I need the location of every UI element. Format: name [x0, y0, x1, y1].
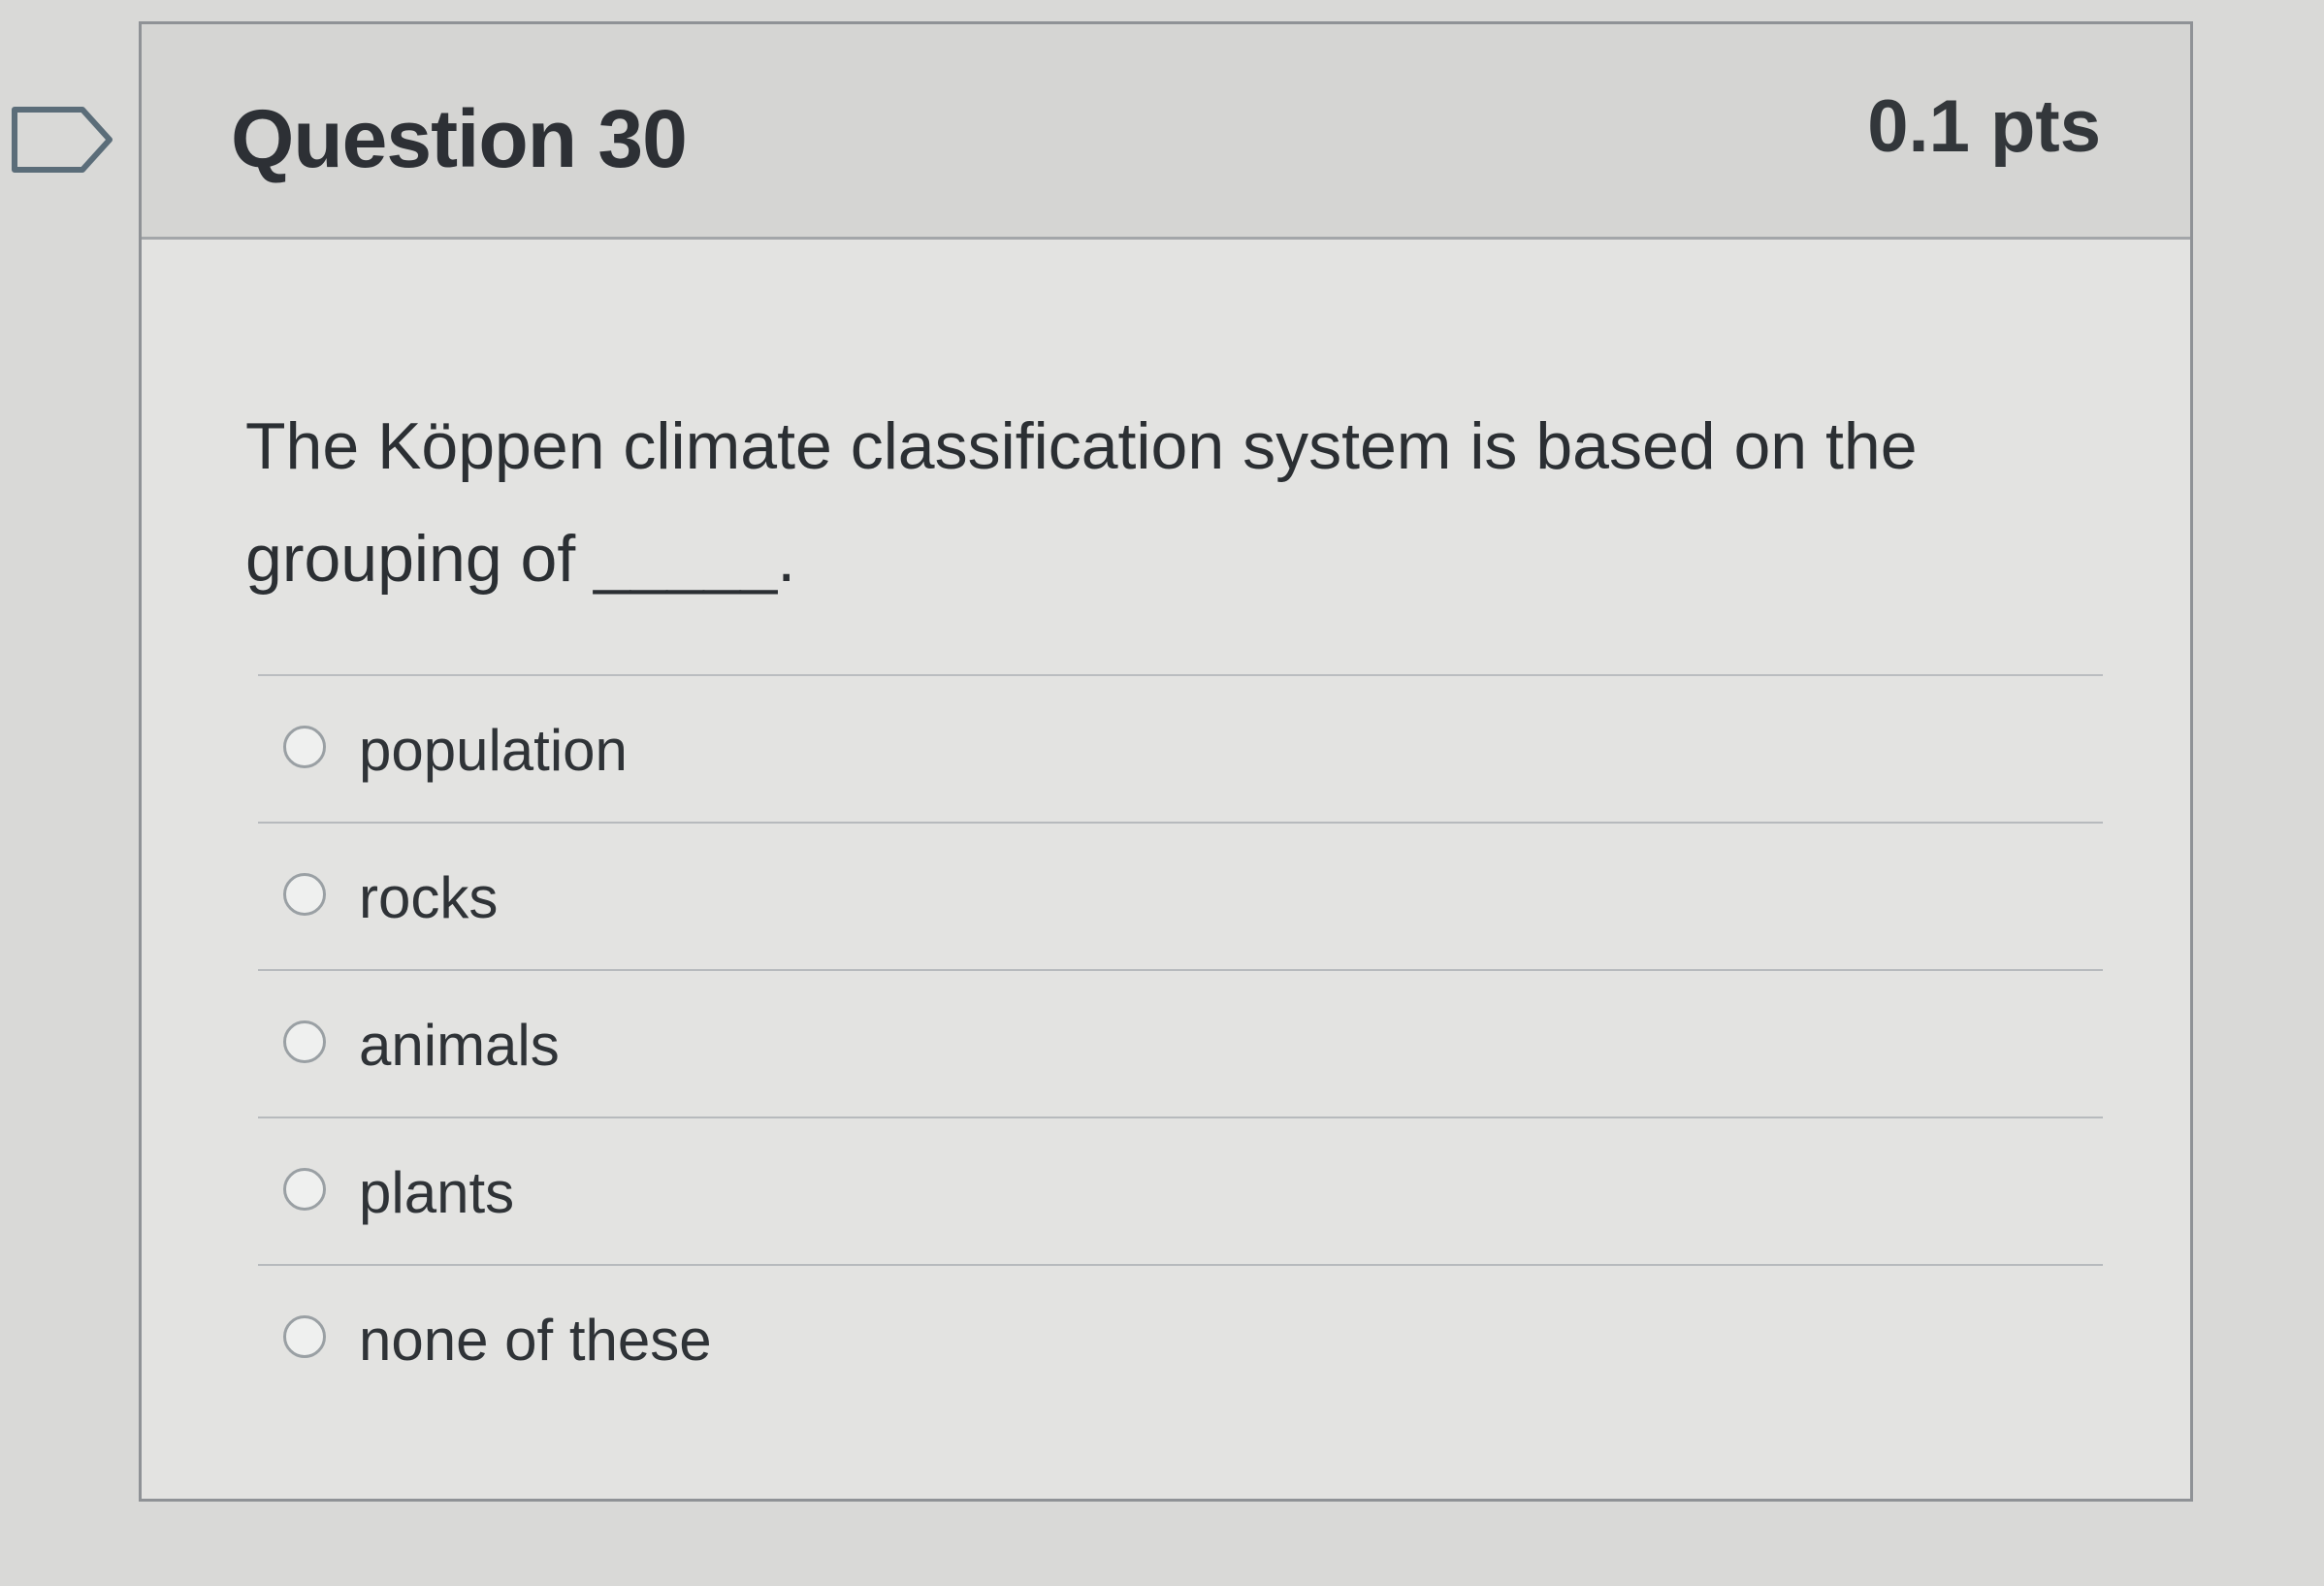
- question-points: 0.1 pts: [1867, 85, 2101, 168]
- radio-button[interactable]: [283, 726, 326, 768]
- question-card: Question 30 0.1 pts The Köppen climate c…: [139, 21, 2193, 1502]
- answer-label: animals: [359, 1013, 560, 1078]
- answer-option-none-of-these[interactable]: none of these: [258, 1266, 2103, 1413]
- question-text: The Köppen climate classification system…: [245, 409, 1918, 596]
- question-body: The Köppen climate classification system…: [142, 240, 2190, 1499]
- radio-button[interactable]: [283, 1168, 326, 1211]
- question-header: Question 30 0.1 pts: [142, 24, 2190, 240]
- answer-option-rocks[interactable]: rocks: [258, 824, 2103, 971]
- answer-option-plants[interactable]: plants: [258, 1118, 2103, 1266]
- answer-label: none of these: [359, 1308, 712, 1373]
- radio-button[interactable]: [283, 873, 326, 916]
- answer-label: plants: [359, 1160, 515, 1225]
- answer-option-population[interactable]: population: [258, 676, 2103, 824]
- answer-list: population rocks animals plants none of …: [258, 676, 2103, 1413]
- answer-label: population: [359, 718, 628, 783]
- radio-button[interactable]: [283, 1020, 326, 1063]
- answer-option-animals[interactable]: animals: [258, 971, 2103, 1118]
- radio-button[interactable]: [283, 1315, 326, 1358]
- question-title: Question 30: [231, 93, 688, 184]
- answer-label: rocks: [359, 865, 499, 930]
- flag-question-icon[interactable]: [10, 105, 116, 175]
